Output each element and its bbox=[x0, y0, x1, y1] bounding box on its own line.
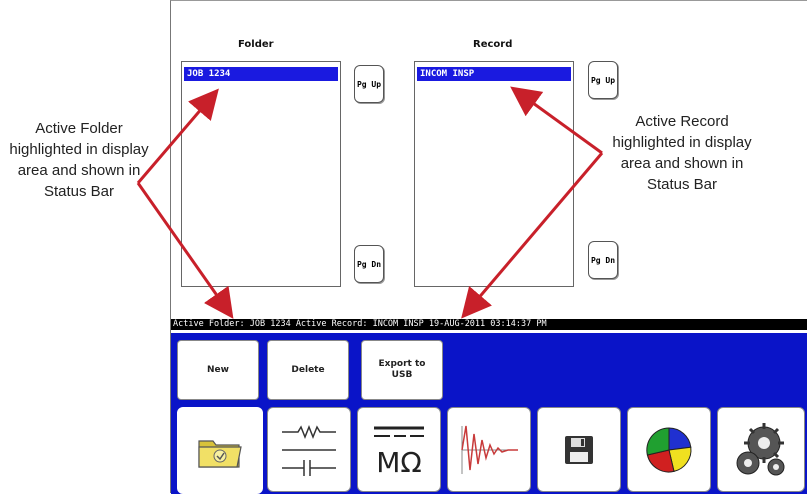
record-item-active[interactable]: INCOM INSP bbox=[417, 67, 571, 81]
callout-active-record-text: Active Record highlighted in display are… bbox=[612, 113, 752, 193]
toolbar-circuit-button[interactable] bbox=[267, 407, 351, 492]
svg-text:MΩ: MΩ bbox=[376, 446, 422, 479]
gears-icon bbox=[736, 422, 785, 475]
callout-active-folder-text: Active Folder highlighted in display are… bbox=[9, 120, 149, 200]
toolbar-folders-button[interactable] bbox=[177, 407, 263, 494]
action-panel: New Delete Export to USB MΩ bbox=[171, 333, 807, 494]
toolbar-settings-button[interactable] bbox=[717, 407, 805, 492]
record-page-up-button[interactable]: Pg Up bbox=[588, 61, 618, 99]
toolbar-pie-chart-button[interactable] bbox=[627, 407, 711, 492]
new-button[interactable]: New bbox=[177, 340, 259, 400]
toolbar-waveform-button[interactable] bbox=[447, 407, 531, 492]
pie-chart-icon bbox=[646, 426, 692, 472]
device-screen: Folder Record JOB 1234 INCOM INSP Pg Up … bbox=[170, 0, 807, 494]
toolbar-megohm-button[interactable]: MΩ bbox=[357, 407, 441, 492]
record-title: Record bbox=[473, 39, 513, 50]
waveform-icon bbox=[461, 425, 518, 474]
export-usb-label: Export to USB bbox=[378, 359, 426, 380]
callout-active-record: Active Record highlighted in display are… bbox=[607, 111, 757, 195]
record-list[interactable]: INCOM INSP bbox=[414, 61, 574, 287]
record-page-down-button[interactable]: Pg Dn bbox=[588, 241, 618, 279]
status-bar: Active Folder: JOB 1234 Active Record: I… bbox=[171, 319, 807, 330]
folder-title: Folder bbox=[238, 39, 274, 50]
circuit-icon bbox=[282, 424, 336, 476]
toolbar-save-button[interactable] bbox=[537, 407, 621, 492]
floppy-disk-icon bbox=[565, 435, 593, 464]
folder-icon bbox=[198, 439, 242, 468]
callout-active-folder: Active Folder highlighted in display are… bbox=[4, 118, 154, 202]
delete-button[interactable]: Delete bbox=[267, 340, 349, 400]
folder-page-down-button[interactable]: Pg Dn bbox=[354, 245, 384, 283]
export-usb-button[interactable]: Export to USB bbox=[361, 340, 443, 400]
megohm-icon: MΩ bbox=[374, 426, 424, 479]
folder-page-up-button[interactable]: Pg Up bbox=[354, 65, 384, 103]
folder-item-active[interactable]: JOB 1234 bbox=[184, 67, 338, 81]
folder-list[interactable]: JOB 1234 bbox=[181, 61, 341, 287]
